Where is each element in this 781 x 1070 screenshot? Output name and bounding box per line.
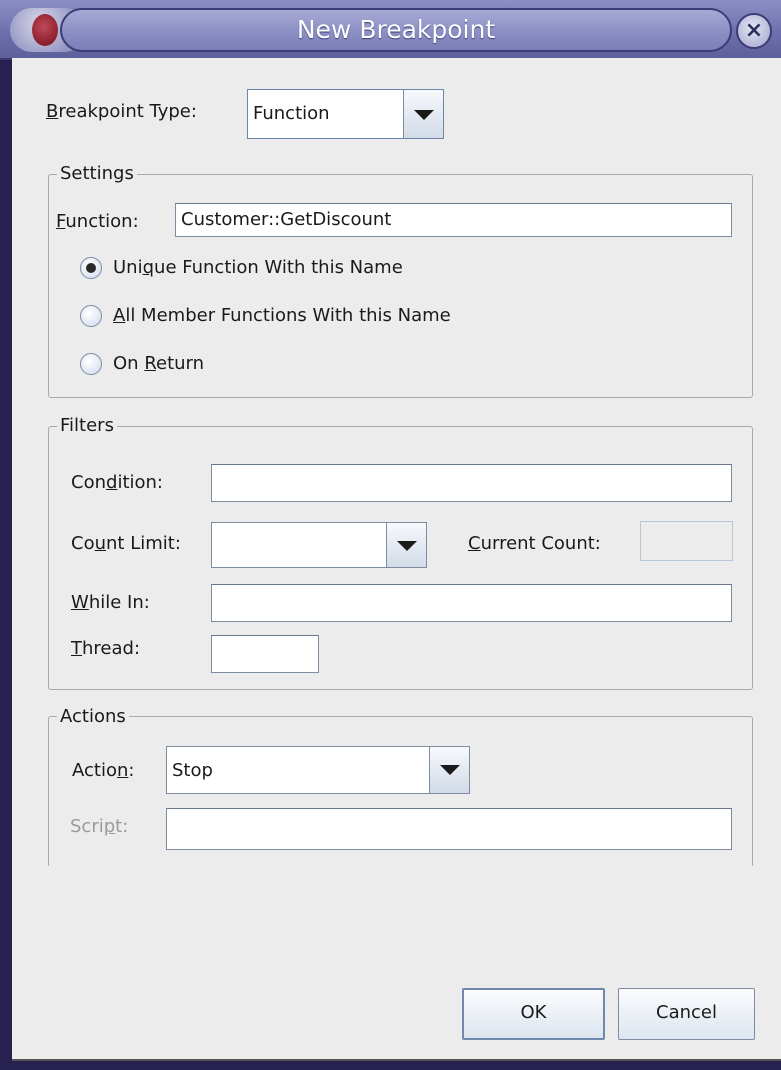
radio-unique-function[interactable]: [80, 257, 102, 279]
script-input[interactable]: [166, 808, 732, 850]
count-limit-select[interactable]: [211, 522, 427, 568]
breakpoint-type-label: Breakpoint Type:: [46, 101, 197, 122]
chevron-down-icon[interactable]: [403, 90, 443, 138]
radio-unique-function-label[interactable]: Unique Function With this Name: [113, 257, 403, 278]
dialog-content: Breakpoint Type: Function Settings Funct…: [12, 58, 781, 1047]
thread-input[interactable]: [211, 635, 319, 673]
action-select[interactable]: Stop: [166, 746, 470, 794]
condition-label: Condition:: [71, 472, 163, 493]
radio-on-return[interactable]: [80, 353, 102, 375]
app-icon: [32, 14, 58, 46]
radio-all-member-functions[interactable]: [80, 305, 102, 327]
breakpoint-type-select[interactable]: Function: [247, 89, 444, 139]
window-bottom-border: [0, 1047, 781, 1070]
chevron-down-icon[interactable]: [386, 523, 426, 567]
current-count-label: Current Count:: [468, 533, 601, 554]
close-icon[interactable]: ×: [736, 13, 772, 49]
radio-all-member-functions-label[interactable]: All Member Functions With this Name: [113, 305, 451, 326]
window-left-border: [0, 60, 12, 1070]
condition-input[interactable]: [211, 464, 732, 502]
window-bottom-edge: [12, 1047, 781, 1061]
while-in-input[interactable]: [211, 584, 732, 622]
count-limit-label: Count Limit:: [71, 533, 181, 554]
function-input[interactable]: Customer::GetDiscount: [175, 203, 732, 237]
breakpoint-type-value: Function: [253, 103, 330, 124]
title-bar[interactable]: New Breakpoint ×: [0, 0, 781, 60]
window-title: New Breakpoint: [296, 15, 496, 44]
script-label: Script:: [70, 816, 129, 837]
action-value: Stop: [172, 760, 213, 781]
current-count-field: [640, 521, 733, 561]
ok-button[interactable]: OK: [462, 988, 605, 1040]
cancel-button[interactable]: Cancel: [618, 988, 755, 1040]
actions-group-title: Actions: [57, 706, 129, 728]
filters-group-title: Filters: [57, 415, 117, 437]
while-in-label: While In:: [71, 592, 150, 613]
thread-label: Thread:: [71, 638, 141, 659]
function-label: Function:: [56, 211, 139, 232]
settings-group-title: Settings: [57, 163, 137, 185]
radio-on-return-label[interactable]: On Return: [113, 353, 204, 374]
action-label: Action:: [72, 760, 135, 781]
chevron-down-icon[interactable]: [429, 747, 469, 793]
